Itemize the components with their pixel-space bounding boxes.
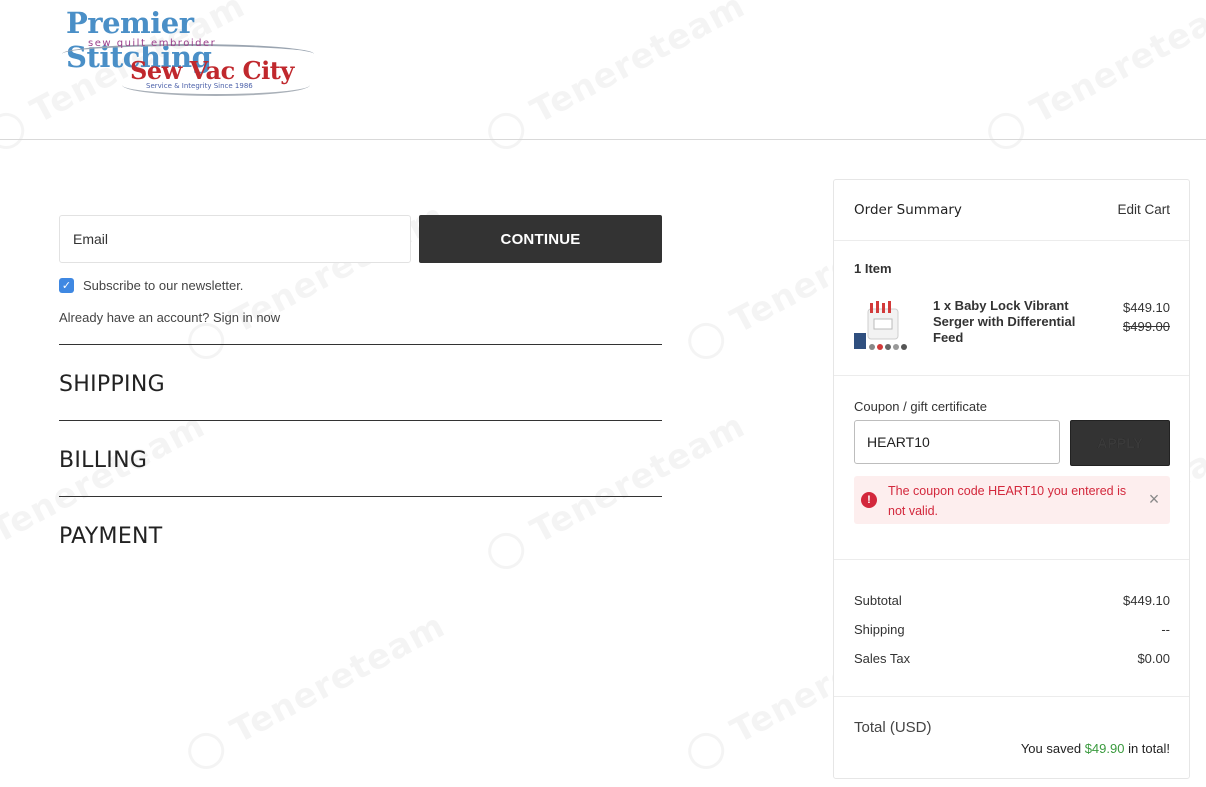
newsletter-label: Subscribe to our newsletter.	[83, 278, 244, 293]
section-title: SHIPPING	[59, 372, 165, 397]
grand-total-section: Total (USD) You saved $49.90 in total!	[834, 697, 1189, 777]
product-thumbnail	[854, 301, 907, 350]
shipping-section: SHIPPING	[59, 344, 662, 420]
newsletter-checkbox[interactable]: ✓	[59, 278, 74, 293]
edit-cart-link[interactable]: Edit Cart	[1117, 202, 1170, 217]
newsletter-row[interactable]: ✓ Subscribe to our newsletter.	[59, 278, 243, 293]
product-original-price: $499.00	[1123, 319, 1170, 334]
logo-line2: Sew Vac City	[130, 56, 294, 85]
product-price: $449.10	[1123, 300, 1170, 315]
order-summary: Order Summary Edit Cart 1 Item 1 x Baby …	[833, 179, 1190, 779]
saved-prefix: You saved	[1020, 741, 1082, 756]
section-title: PAYMENT	[59, 524, 163, 549]
subtotal-label: Subtotal	[854, 593, 902, 608]
customer-step: Email CONTINUE	[59, 215, 662, 263]
saved-suffix: in total!	[1128, 741, 1170, 756]
savings-message: You saved $49.90 in total!	[1021, 741, 1170, 756]
totals-section: Subtotal $449.10 Shipping -- Sales Tax $…	[834, 560, 1189, 697]
sales-tax-label: Sales Tax	[854, 651, 911, 666]
logo-tagline: sew quilt embroider	[88, 38, 217, 49]
logo-sub: Service & Integrity Since 1986	[146, 82, 253, 90]
checkout-sections: SHIPPING BILLING PAYMENT	[59, 344, 662, 572]
billing-section: BILLING	[59, 420, 662, 496]
coupon-input[interactable]	[854, 420, 1060, 464]
apply-label: APPLY	[1097, 435, 1143, 451]
error-icon: !	[861, 492, 877, 508]
cart-items: 1 Item 1 x Baby Lock Vibrant Serger with…	[834, 241, 1189, 376]
apply-coupon-button[interactable]: APPLY	[1070, 420, 1170, 466]
store-logo[interactable]: Premier Stitching sew quilt embroider Se…	[62, 6, 324, 102]
account-prompt-row: Already have an account? Sign in now	[59, 310, 280, 325]
sales-tax-row: Sales Tax $0.00	[854, 651, 1170, 666]
continue-button[interactable]: CONTINUE	[419, 215, 662, 263]
order-summary-header: Order Summary Edit Cart	[834, 180, 1189, 241]
close-icon[interactable]: ×	[1145, 490, 1163, 508]
items-count: 1 Item	[854, 261, 892, 276]
section-title: BILLING	[59, 448, 148, 473]
coupon-error-message: The coupon code HEART10 you entered is n…	[888, 484, 1127, 518]
coupon-section: Coupon / gift certificate APPLY ! The co…	[834, 376, 1189, 560]
shipping-label: Shipping	[854, 622, 905, 637]
shipping-row: Shipping --	[854, 622, 1170, 637]
subtotal-row: Subtotal $449.10	[854, 593, 1170, 608]
product-name: 1 x Baby Lock Vibrant Serger with Differ…	[933, 298, 1076, 345]
coupon-label: Coupon / gift certificate	[854, 399, 987, 414]
coupon-error-alert: ! The coupon code HEART10 you entered is…	[854, 476, 1170, 524]
payment-section: PAYMENT	[59, 496, 662, 572]
email-label: Email	[73, 231, 109, 247]
sales-tax-value: $0.00	[1137, 651, 1170, 666]
saved-amount: $49.90	[1084, 741, 1125, 756]
checkout-steps: Email CONTINUE ✓ Subscribe to our newsle…	[59, 215, 662, 549]
order-summary-title: Order Summary	[854, 202, 962, 218]
account-prompt: Already have an account?	[59, 310, 210, 325]
total-label: Total (USD)	[854, 719, 932, 736]
email-field[interactable]: Email	[59, 215, 411, 263]
site-header: Premier Stitching sew quilt embroider Se…	[0, 0, 1206, 140]
subtotal-value: $449.10	[1123, 593, 1170, 608]
sign-in-link[interactable]: Sign in now	[213, 310, 280, 325]
shipping-value: --	[1161, 622, 1170, 637]
